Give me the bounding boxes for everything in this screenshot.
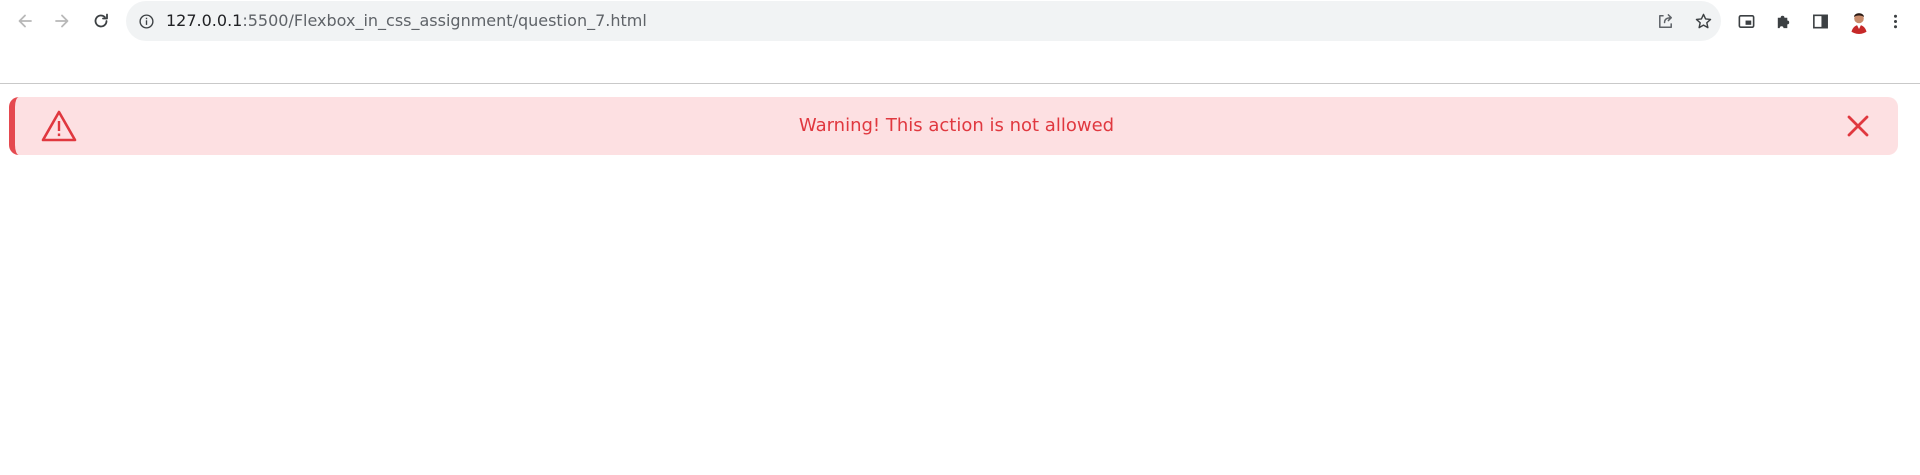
url-host: 127.0.0.1 xyxy=(166,11,243,30)
share-icon[interactable] xyxy=(1653,9,1677,33)
kebab-menu-icon[interactable] xyxy=(1882,8,1908,34)
info-icon[interactable] xyxy=(136,11,156,31)
reload-button[interactable] xyxy=(86,6,116,36)
arrow-right-icon xyxy=(55,14,69,28)
browser-toolbar: 127.0.0.1:5500/Flexbox_in_css_assignment… xyxy=(0,0,1920,42)
address-bar[interactable]: 127.0.0.1:5500/Flexbox_in_css_assignment… xyxy=(126,1,1721,41)
warning-alert: Warning! This action is not allowed xyxy=(9,97,1898,155)
forward-button[interactable] xyxy=(47,6,77,36)
url-text[interactable]: 127.0.0.1:5500/Flexbox_in_css_assignment… xyxy=(166,1,647,41)
alert-message: Warning! This action is not allowed xyxy=(798,115,1115,136)
arrow-left-icon xyxy=(18,14,32,28)
avatar[interactable] xyxy=(1846,8,1872,34)
picture-in-picture-icon[interactable] xyxy=(1733,8,1759,34)
toolbar-divider xyxy=(0,83,1920,84)
reload-icon xyxy=(94,13,108,28)
star-icon[interactable] xyxy=(1691,9,1715,33)
url-path: :5500/Flexbox_in_css_assignment/question… xyxy=(242,11,647,30)
side-panel-icon[interactable] xyxy=(1807,8,1833,34)
puzzle-icon[interactable] xyxy=(1770,8,1796,34)
close-icon[interactable] xyxy=(1846,114,1870,138)
back-button[interactable] xyxy=(10,6,40,36)
